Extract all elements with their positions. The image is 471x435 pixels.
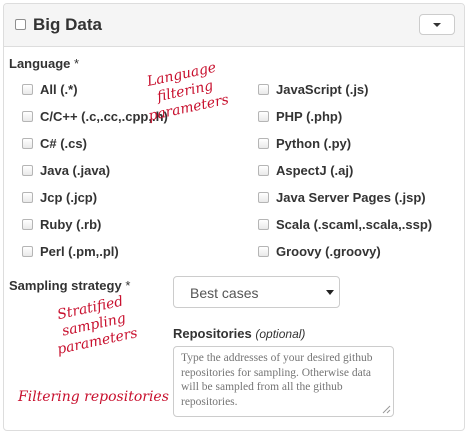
collapse-toggle-button[interactable]	[419, 14, 455, 35]
language-option-jsp: Java Server Pages (.jsp)	[276, 190, 426, 205]
required-mark: *	[74, 56, 80, 71]
language-label-text: Language	[9, 56, 71, 71]
checkbox-javascript[interactable]	[258, 84, 269, 95]
language-option-java: Java (.java)	[40, 163, 111, 178]
sampling-strategy-label-text: Sampling strategy	[9, 278, 122, 293]
checkbox-csharp[interactable]	[22, 138, 33, 149]
sampling-strategy-selected: Best cases	[190, 285, 259, 301]
big-data-checkbox[interactable]	[15, 19, 26, 30]
checkbox-jsp[interactable]	[258, 192, 269, 203]
annotation-repositories: Filtering repositories	[18, 389, 169, 405]
checkbox-scala[interactable]	[258, 219, 269, 230]
repositories-label-text: Repositories	[173, 326, 252, 341]
checkbox-php[interactable]	[258, 111, 269, 122]
panel-title: Big Data	[33, 15, 102, 34]
language-option-ruby: Ruby (.rb)	[40, 217, 102, 232]
repositories-label: Repositories (optional)	[173, 326, 305, 341]
panel-header: Big Data	[4, 4, 464, 47]
language-option-python: Python (.py)	[276, 136, 352, 151]
language-option-php: PHP (.php)	[276, 109, 343, 124]
language-option-javascript: JavaScript (.js)	[276, 82, 369, 97]
language-label: Language *	[9, 56, 79, 71]
optional-hint: (optional)	[255, 327, 306, 341]
checkbox-java[interactable]	[22, 165, 33, 176]
checkbox-ruby[interactable]	[22, 219, 33, 230]
resize-grip-icon[interactable]	[381, 404, 391, 414]
language-option-scala: Scala (.scaml,.scala,.ssp)	[276, 217, 433, 232]
checkbox-python[interactable]	[258, 138, 269, 149]
caret-down-icon	[433, 23, 441, 27]
checkbox-cpp[interactable]	[22, 111, 33, 122]
checkbox-all[interactable]	[22, 84, 33, 95]
dropdown-arrow-icon	[326, 290, 334, 295]
checkbox-perl[interactable]	[22, 246, 33, 257]
language-option-perl: Perl (.pm,.pl)	[40, 244, 119, 259]
repositories-textarea[interactable]	[173, 346, 394, 417]
checkbox-groovy[interactable]	[258, 246, 269, 257]
sampling-strategy-label: Sampling strategy *	[9, 278, 130, 293]
language-option-groovy: Groovy (.groovy)	[276, 244, 381, 259]
language-option-jcp: Jcp (.jcp)	[40, 190, 98, 205]
sampling-strategy-select[interactable]: Best cases	[173, 276, 340, 308]
checkbox-jcp[interactable]	[22, 192, 33, 203]
checkbox-aspectj[interactable]	[258, 165, 269, 176]
language-option-all: All (.*)	[40, 82, 78, 97]
language-option-csharp: C# (.cs)	[40, 136, 87, 151]
language-option-aspectj: AspectJ (.aj)	[276, 163, 354, 178]
